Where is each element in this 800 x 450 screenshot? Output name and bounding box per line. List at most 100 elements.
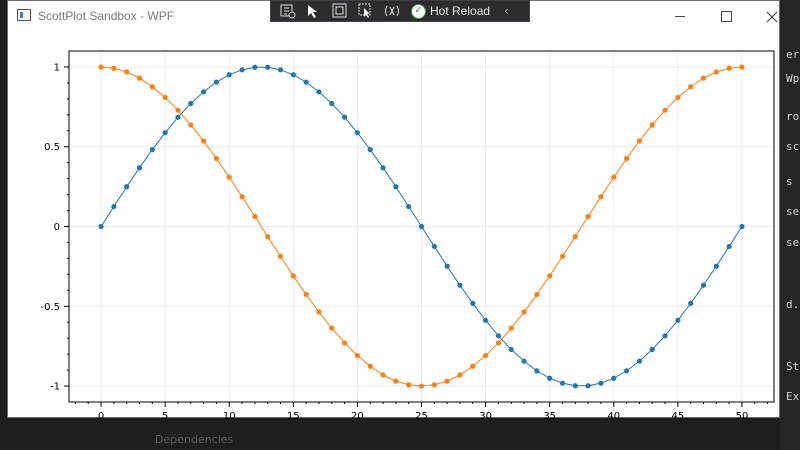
data-point <box>290 72 296 78</box>
data-point <box>380 372 386 378</box>
track-focused-element-icon[interactable] <box>357 3 375 19</box>
data-point <box>111 65 117 71</box>
data-point <box>585 213 591 220</box>
y-tick-label: -0.5 <box>40 302 60 313</box>
binding-failures-icon[interactable] <box>383 3 401 19</box>
data-point <box>598 194 604 200</box>
data-point <box>162 94 168 101</box>
ide-code-fragment: Ex <box>786 390 800 403</box>
data-point <box>213 79 220 85</box>
data-point <box>239 67 245 73</box>
ide-code-fragment: d. <box>786 298 800 311</box>
x-tick-label: 35 <box>543 411 556 419</box>
data-point <box>508 346 514 353</box>
data-point <box>136 165 143 171</box>
data-point <box>572 383 578 389</box>
data-point <box>226 174 232 180</box>
x-tick-label: 45 <box>671 411 684 419</box>
data-point <box>470 363 476 369</box>
data-point <box>200 138 207 144</box>
data-point <box>662 107 668 113</box>
data-point <box>149 84 155 90</box>
data-point <box>265 233 271 240</box>
plot-area[interactable]: 0 5 10 15 20 25 30 35 40 45 50 1 0.5 0 -0.5 -1 <box>8 1 781 419</box>
data-point <box>316 309 322 315</box>
data-point <box>354 352 361 359</box>
data-point <box>739 64 745 70</box>
data-point <box>739 223 745 230</box>
data-point <box>534 291 540 298</box>
data-point <box>726 243 732 250</box>
data-point <box>534 368 540 374</box>
data-point <box>367 146 373 153</box>
data-point <box>431 382 437 388</box>
ide-code-fragment: se <box>786 236 800 249</box>
data-point <box>688 300 694 307</box>
debug-toolbar: ✓ Hot Reload ‹ <box>270 0 530 22</box>
y-tick-label: 0.5 <box>44 142 60 153</box>
data-point <box>329 325 335 331</box>
data-point <box>406 203 412 210</box>
data-point <box>700 75 707 81</box>
data-point <box>444 378 450 384</box>
x-tick-label: 30 <box>479 411 492 419</box>
data-point <box>457 282 463 288</box>
data-point <box>124 184 130 190</box>
data-point <box>675 94 681 101</box>
y-tick-label: 1 <box>54 62 60 73</box>
data-point <box>675 317 681 323</box>
chevron-left-icon[interactable]: ‹ <box>504 4 509 18</box>
data-point <box>329 100 335 107</box>
data-point <box>290 273 296 279</box>
data-point <box>341 340 348 346</box>
ide-code-fragment: Wp <box>786 72 800 85</box>
data-point <box>252 64 258 70</box>
data-point <box>98 223 104 230</box>
data-point <box>521 309 527 315</box>
data-point <box>213 155 220 162</box>
data-point <box>316 89 322 95</box>
data-point <box>559 380 566 386</box>
data-point <box>508 325 514 331</box>
x-tick-label: 10 <box>223 411 236 419</box>
data-point <box>495 333 502 339</box>
data-point <box>431 243 437 250</box>
data-point <box>495 340 502 346</box>
data-point <box>175 107 181 113</box>
x-tick-label: 40 <box>607 411 620 419</box>
data-point <box>162 130 168 136</box>
data-point <box>470 300 476 307</box>
data-point <box>200 89 207 95</box>
data-point <box>559 253 566 259</box>
app-window: ScottPlot Sandbox - WPF 0 5 10 15 20 25 30 35 40… <box>7 0 781 419</box>
live-visual-tree-icon[interactable] <box>279 3 297 19</box>
data-point <box>623 155 630 162</box>
data-point <box>124 69 130 75</box>
data-point <box>636 138 643 144</box>
data-point <box>354 130 361 136</box>
data-point <box>98 64 104 70</box>
data-point <box>277 67 284 73</box>
data-point <box>265 64 271 70</box>
data-point <box>572 233 578 240</box>
x-tick-label: 5 <box>162 411 168 419</box>
ide-code-fragment: St <box>786 360 800 373</box>
data-point <box>380 165 386 171</box>
data-point <box>188 100 194 107</box>
data-point <box>303 291 309 298</box>
select-element-icon[interactable] <box>305 3 323 19</box>
data-point <box>188 122 194 128</box>
data-point <box>547 273 553 279</box>
data-point <box>688 84 694 90</box>
data-point <box>649 122 655 128</box>
data-point <box>662 333 668 339</box>
check-icon: ✓ <box>411 3 426 19</box>
data-point <box>457 372 463 378</box>
display-layout-adorners-icon[interactable] <box>331 3 349 19</box>
hot-reload-status[interactable]: ✓ Hot Reload <box>411 3 490 19</box>
data-point <box>111 203 117 210</box>
y-tick-label: -1 <box>50 382 60 393</box>
tick-layer: 0 5 10 15 20 25 30 35 40 45 50 1 0.5 0 -0.5 -1 <box>40 62 769 419</box>
data-point <box>547 375 553 381</box>
data-point <box>611 174 617 180</box>
